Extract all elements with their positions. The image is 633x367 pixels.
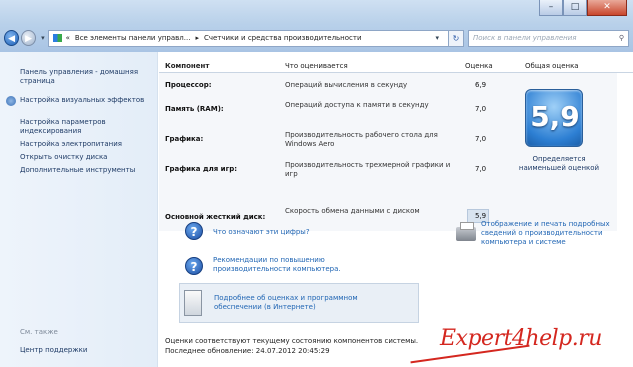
row-component: Графика для игр:	[165, 165, 238, 173]
sidebar-item-indexing[interactable]: Настройка параметров индексирования	[20, 118, 150, 136]
watermark-text: Expert4help.ru	[440, 326, 602, 351]
details-info-box: Подробнее об оценках и программном обесп…	[179, 283, 419, 323]
header-component: Компонент	[165, 62, 210, 70]
breadcrumb-separator-icon: ▸	[195, 34, 199, 42]
row-component: Графика:	[165, 135, 204, 143]
header-what: Что оценивается	[285, 62, 348, 70]
maximize-button[interactable]: □	[563, 0, 587, 16]
minimize-button[interactable]: –	[539, 0, 563, 16]
sidebar-item-advanced-tools[interactable]: Дополнительные инструменты	[20, 166, 150, 175]
title-bar: – □ ✕ ◀ ▶ ▾ « Все элементы панели управл…	[0, 0, 633, 52]
details-online-link[interactable]: Подробнее об оценках и программном обесп…	[214, 294, 404, 312]
search-input[interactable]: Поиск в панели управления ⚲	[468, 29, 629, 47]
row-component: Память (RAM):	[165, 105, 224, 113]
recent-pages-dropdown[interactable]: ▾	[41, 34, 45, 42]
search-placeholder: Поиск в панели управления	[473, 34, 577, 42]
row-score: 6,9	[475, 81, 487, 89]
arrow-right-icon[interactable]: ▶	[21, 30, 37, 46]
breadcrumb-control-panel[interactable]: Все элементы панели управл...	[75, 34, 191, 42]
row-description: Производительность рабочего стола для Wi…	[285, 131, 438, 148]
row-description: Производительность трехмерной графики и …	[285, 161, 451, 178]
close-button[interactable]: ✕	[587, 0, 627, 16]
overall-score-value: 5,9	[530, 100, 580, 133]
address-bar[interactable]: « Все элементы панели управл... ▸ Счетчи…	[47, 29, 450, 47]
control-panel-icon	[52, 34, 62, 42]
arrow-left-icon[interactable]: ◀	[4, 30, 20, 46]
row-description: Скорость обмена данными с диском	[285, 207, 420, 215]
row-score: 7,0	[475, 105, 487, 113]
refresh-icon[interactable]: ↻	[449, 29, 465, 47]
help-icon: ?	[185, 257, 203, 275]
table-header: Компонент Что оценивается Оценка Общая о…	[159, 60, 633, 72]
address-chevron-icon: «	[65, 34, 70, 42]
row-score: 5,9	[475, 212, 487, 220]
see-also-heading: См. также	[20, 328, 58, 336]
document-icon	[184, 290, 202, 316]
print-details-link[interactable]: Отображение и печать подробных сведений …	[481, 220, 631, 247]
row-description: Операций вычисления в секунду	[285, 81, 408, 89]
sidebar-item-action-center[interactable]: Центр поддержки	[20, 346, 87, 354]
search-icon[interactable]: ⚲	[619, 34, 624, 42]
address-dropdown-icon[interactable]: ▾	[436, 34, 440, 42]
help-icon: ?	[185, 222, 203, 240]
sidebar-item-power[interactable]: Настройка электропитания	[20, 140, 150, 149]
breadcrumb-performance[interactable]: Счетчики и средства производительности	[204, 34, 362, 42]
row-component: Процессор:	[165, 81, 212, 89]
navigation-bar: ◀ ▶ ▾ « Все элементы панели управл... ▸ …	[4, 28, 629, 48]
sidebar-item-home[interactable]: Панель управления - домашняя страница	[20, 68, 150, 86]
status-text: Оценки соответствуют текущему состоянию …	[165, 337, 419, 345]
window-controls: – □ ✕	[539, 0, 627, 16]
main-content: Компонент Что оценивается Оценка Общая о…	[159, 52, 633, 367]
shield-icon	[6, 96, 16, 106]
sidebar-item-visual-effects[interactable]: Настройка визуальных эффектов	[20, 96, 150, 105]
last-updated-text: Последнее обновление: 24.07.2012 20:45:2…	[165, 347, 330, 355]
header-score: Оценка	[465, 62, 493, 70]
what-numbers-link[interactable]: Что означают эти цифры?	[213, 228, 373, 237]
row-description: Операций доступа к памяти в секунду	[285, 101, 429, 109]
overall-score-panel: 5,9 Определяется наименьшей оценкой	[501, 73, 617, 231]
row-score: 7,0	[475, 165, 487, 173]
overall-score-badge: 5,9	[525, 89, 583, 147]
sidebar: Панель управления - домашняя страница На…	[0, 52, 158, 367]
printer-icon	[456, 222, 476, 241]
sidebar-item-disk-cleanup[interactable]: Открыть очистку диска	[20, 153, 150, 162]
recommendations-link[interactable]: Рекомендации по повышению производительн…	[213, 256, 373, 274]
row-score: 7,0	[475, 135, 487, 143]
overall-score-caption: Определяется наименьшей оценкой	[518, 155, 600, 172]
header-overall: Общая оценка	[525, 62, 579, 70]
score-table: Процессор: Операций вычисления в секунду…	[159, 73, 501, 231]
row-component: Основной жесткий диск:	[165, 213, 266, 221]
